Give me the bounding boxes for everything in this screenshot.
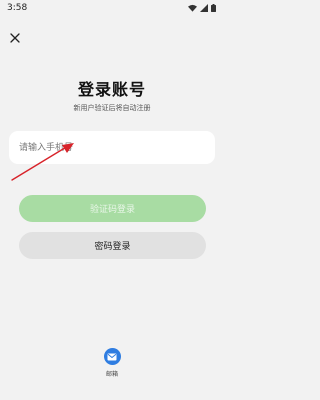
- close-icon: [10, 33, 20, 43]
- status-bar: 3:58: [0, 0, 224, 16]
- email-login-icon-badge[interactable]: [103, 348, 121, 365]
- page-title: 登录账号: [77, 80, 146, 99]
- wifi-icon: [188, 4, 197, 12]
- battery-icon: [211, 4, 216, 12]
- close-button[interactable]: [6, 29, 24, 47]
- status-icons: [188, 4, 216, 12]
- status-time: 3:58: [7, 3, 28, 13]
- email-login-option[interactable]: 邮箱: [99, 348, 125, 378]
- password-login-button[interactable]: 密码登录: [19, 232, 206, 259]
- page-subtitle: 新用户验证后将自动注册: [73, 104, 151, 112]
- signal-icon: [200, 4, 208, 12]
- verify-code-login-button[interactable]: 验证码登录: [19, 195, 206, 222]
- mail-icon: [107, 353, 117, 360]
- annotation-arrow: [11, 143, 74, 181]
- email-login-label: 邮箱: [105, 371, 118, 378]
